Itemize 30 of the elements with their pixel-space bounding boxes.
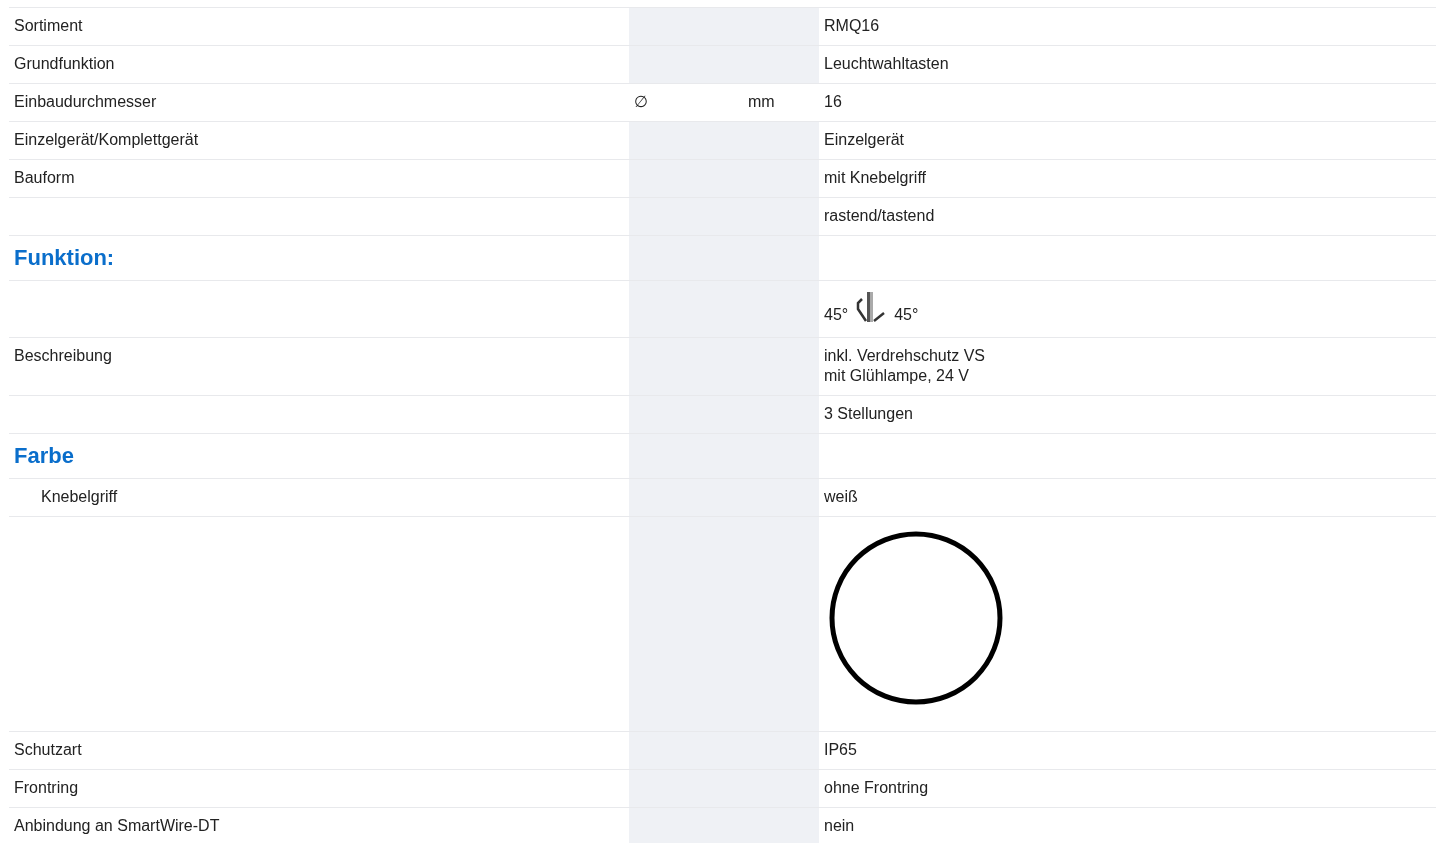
property-value: Einzelgerät (824, 130, 906, 150)
angle-text: 45° (894, 305, 919, 325)
unit-text: mm (748, 93, 775, 110)
property-label: Einzelgerät/Komplettgerät (14, 131, 199, 148)
property-label: Frontring (14, 779, 79, 796)
property-label: Bauform (14, 169, 75, 186)
property-value: 3 Stellungen (824, 404, 914, 424)
circle-icon (829, 531, 1003, 705)
property-label: Beschreibung (14, 347, 112, 364)
property-label: Knebelgriff (41, 488, 118, 505)
section-heading: Farbe (14, 443, 74, 468)
property-value: IP65 (824, 740, 858, 760)
property-value: Leuchtwahltasten (824, 54, 950, 74)
property-value: 16 (824, 92, 843, 112)
property-value: weiß (824, 487, 859, 507)
property-label: Schutzart (14, 741, 82, 758)
property-value: RMQ16 (824, 16, 881, 36)
angle-text: 45° (824, 305, 849, 325)
property-label: Einbaudurchmesser (14, 93, 157, 110)
property-label: Grundfunktion (14, 55, 115, 72)
property-label: Anbindung an SmartWire-DT (14, 817, 220, 834)
property-value: rastend/tastend (824, 206, 936, 226)
symbol-text: ∅ (634, 93, 648, 110)
section-heading: Funktion: (14, 245, 115, 270)
property-value: nein (824, 816, 856, 836)
property-value: mit Glühlampe, 24 V (824, 366, 970, 386)
property-value: inkl. Verdrehschutz VS (824, 346, 986, 366)
property-value: ohne Frontring (824, 778, 930, 798)
property-value: mit Knebelgriff (824, 168, 927, 188)
property-label: Sortiment (14, 17, 83, 34)
